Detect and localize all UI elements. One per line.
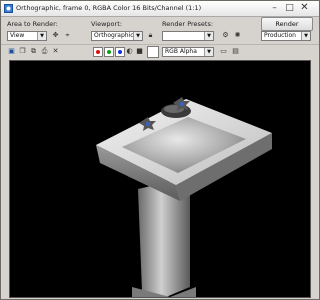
lock-icon[interactable]: 🔒︎ — [146, 31, 155, 40]
mono-icon[interactable]: ■ — [135, 47, 144, 56]
window-title: Orthographic, frame 0, RGBA Color 16 Bit… — [16, 4, 202, 12]
chevron-down-icon: ▼ — [204, 48, 213, 56]
print-icon[interactable]: ⎙ — [40, 47, 49, 56]
close-button[interactable]: ✕ — [299, 3, 310, 13]
minimize-button[interactable]: – — [269, 3, 280, 13]
channel-display-value: RGB Alpha — [165, 48, 197, 55]
green-channel-toggle[interactable] — [104, 47, 114, 57]
viewport-label: Viewport: — [91, 20, 122, 28]
toggle-overlay-icon[interactable]: ▤ — [231, 47, 240, 56]
copy-icon[interactable]: ❐ — [18, 47, 27, 56]
chevron-down-icon: ▼ — [301, 32, 310, 40]
render-presets-dropdown[interactable]: ▼ — [162, 31, 214, 41]
chevron-down-icon: ▼ — [204, 32, 213, 40]
render-viewport — [9, 60, 311, 298]
save-icon[interactable]: ▣ — [7, 47, 16, 56]
render-setup-icon[interactable]: ⚙ — [221, 31, 230, 40]
green-dot-icon — [107, 50, 111, 54]
alpha-channel-icon[interactable]: ◐ — [125, 47, 134, 56]
channel-display-dropdown[interactable]: RGB Alpha ▼ — [162, 47, 214, 57]
render-presets-label: Render Presets: — [162, 20, 214, 28]
render-frame-window: Orthographic, frame 0, RGBA Color 16 Bit… — [0, 0, 320, 300]
chevron-down-icon: ▼ — [133, 32, 142, 40]
environment-icon[interactable]: ✺ — [233, 31, 242, 40]
color-swatch[interactable] — [147, 46, 159, 58]
toggle-ui-icon[interactable]: ▭ — [219, 47, 228, 56]
viewport-dropdown[interactable]: Orthographic ▼ — [91, 31, 143, 41]
blue-dot-icon — [118, 50, 122, 54]
app-teapot-icon — [4, 4, 13, 13]
red-dot-icon — [96, 50, 100, 54]
production-value: Production — [264, 32, 296, 39]
edit-region-icon[interactable]: ✥ — [51, 31, 60, 40]
clear-icon[interactable]: ✕ — [51, 47, 60, 56]
render-button[interactable]: Render — [261, 17, 313, 31]
viewport-value: Orthographic — [94, 32, 134, 39]
area-to-render-dropdown[interactable]: View ▼ — [7, 31, 47, 41]
production-dropdown[interactable]: Production ▼ — [261, 31, 311, 41]
auto-region-icon[interactable]: ⌖ — [63, 31, 72, 40]
maximize-button[interactable]: □ — [284, 3, 295, 13]
clone-icon[interactable]: ⧉ — [29, 47, 38, 56]
toolbar-divider — [1, 44, 319, 45]
title-bar[interactable]: Orthographic, frame 0, RGBA Color 16 Bit… — [1, 1, 319, 17]
blue-channel-toggle[interactable] — [115, 47, 125, 57]
rendered-sink-image — [96, 97, 272, 297]
area-to-render-value: View — [10, 32, 25, 39]
red-channel-toggle[interactable] — [93, 47, 103, 57]
chevron-down-icon: ▼ — [37, 32, 46, 40]
area-to-render-label: Area to Render: — [7, 20, 58, 28]
